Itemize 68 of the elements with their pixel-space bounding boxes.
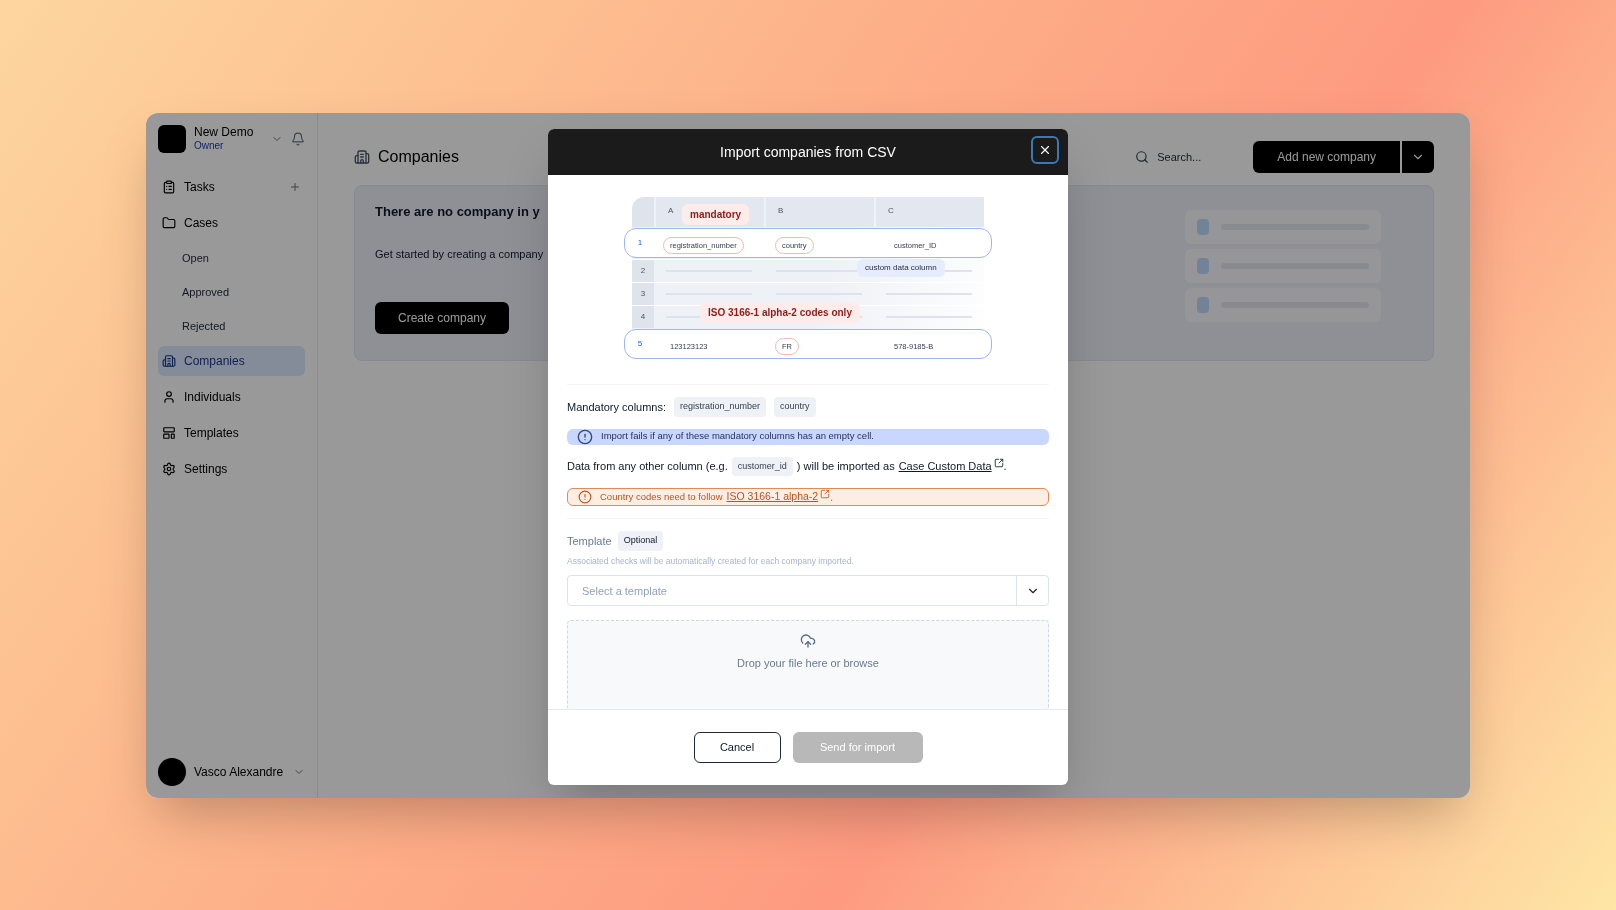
optional-badge: Optional bbox=[617, 531, 664, 551]
row-number: 4 bbox=[632, 306, 654, 328]
warning-icon bbox=[578, 490, 592, 504]
cancel-button[interactable]: Cancel bbox=[693, 732, 781, 763]
column-tag: registration_number bbox=[674, 397, 767, 417]
nav-item[interactable]: Tasks bbox=[158, 172, 305, 202]
note-text: Data from any other column (e.g. bbox=[567, 459, 728, 474]
close-icon bbox=[1038, 143, 1052, 157]
close-button[interactable] bbox=[1031, 136, 1059, 164]
nav-item[interactable]: Companies bbox=[158, 346, 305, 376]
settings-icon bbox=[162, 462, 176, 476]
dialog-title: Import companies from CSV bbox=[720, 142, 896, 162]
nav-item[interactable]: Individuals bbox=[158, 382, 305, 412]
workspace-avatar bbox=[158, 125, 186, 153]
callout-label: custom data column bbox=[857, 259, 945, 277]
plus-icon[interactable] bbox=[289, 181, 301, 193]
row-number: 1 bbox=[636, 237, 644, 249]
sheet-corner bbox=[632, 197, 654, 227]
user-icon bbox=[162, 390, 176, 404]
template-help: Associated checks will be automatically created for each company imported. bbox=[567, 554, 855, 568]
create-company-button[interactable]: Create company bbox=[375, 302, 509, 334]
upload-icon bbox=[800, 633, 816, 650]
warning-text: . bbox=[830, 490, 833, 505]
nav-subitem[interactable]: Rejected bbox=[158, 311, 305, 341]
building-icon bbox=[162, 354, 176, 368]
workspace-role: Owner bbox=[194, 140, 225, 153]
nav-item[interactable]: Settings bbox=[158, 454, 305, 484]
dropzone-text: Drop your file here or browse bbox=[737, 656, 879, 672]
callout-label: ISO 3166-1 alpha-2 codes only bbox=[700, 302, 860, 323]
mandatory-label: Mandatory columns: bbox=[567, 399, 667, 415]
callout-label: mandatory bbox=[682, 204, 750, 225]
building-icon bbox=[354, 149, 370, 165]
column-tag: country bbox=[774, 397, 816, 417]
info-text: Import fails if any of these mandatory columns has an empty cell. bbox=[601, 429, 874, 444]
iso-link[interactable]: ISO 3166-1 alpha-2 bbox=[726, 489, 831, 505]
file-dropzone[interactable]: Drop your file here or browse bbox=[567, 620, 1049, 709]
row-number: 3 bbox=[632, 283, 654, 305]
user-name: Vasco Alexandre bbox=[194, 764, 285, 781]
folder-icon bbox=[162, 216, 176, 230]
empty-state-text: Get started by creating a company bbox=[375, 246, 545, 262]
external-link-icon bbox=[820, 489, 831, 499]
warning-text: Country codes need to follow bbox=[600, 489, 723, 504]
column-header: B bbox=[766, 197, 874, 227]
empty-state-title: There are no company in y bbox=[375, 203, 541, 221]
layout-icon bbox=[162, 426, 176, 440]
template-label: Template bbox=[567, 533, 612, 549]
row-number: 5 bbox=[636, 338, 644, 350]
row-number: 2 bbox=[632, 260, 654, 282]
nav-subitem[interactable]: Open bbox=[158, 243, 305, 273]
custom-data-link[interactable]: Case Custom Data bbox=[898, 458, 1004, 475]
external-link-icon bbox=[993, 458, 1004, 469]
nav-subitem[interactable]: Approved bbox=[158, 277, 305, 307]
info-icon bbox=[577, 428, 593, 445]
clipboard-icon bbox=[162, 180, 176, 194]
column-header: C bbox=[876, 197, 984, 227]
user-avatar bbox=[158, 758, 186, 786]
nav-item[interactable]: Templates bbox=[158, 418, 305, 448]
note-text: . bbox=[1003, 459, 1007, 474]
dropdown-button[interactable] bbox=[1402, 141, 1434, 173]
column-tag: customer_id bbox=[731, 456, 793, 476]
note-text: ) will be imported as bbox=[796, 459, 895, 474]
add-company-button[interactable]: Add new company bbox=[1253, 141, 1400, 173]
page-title: Companies bbox=[378, 147, 459, 167]
search-icon bbox=[1135, 150, 1150, 164]
search-field[interactable]: Search... bbox=[1157, 148, 1222, 166]
nav-item[interactable]: Cases bbox=[158, 208, 305, 238]
workspace-name: New Demo bbox=[194, 125, 255, 141]
bell-icon[interactable] bbox=[291, 132, 305, 146]
